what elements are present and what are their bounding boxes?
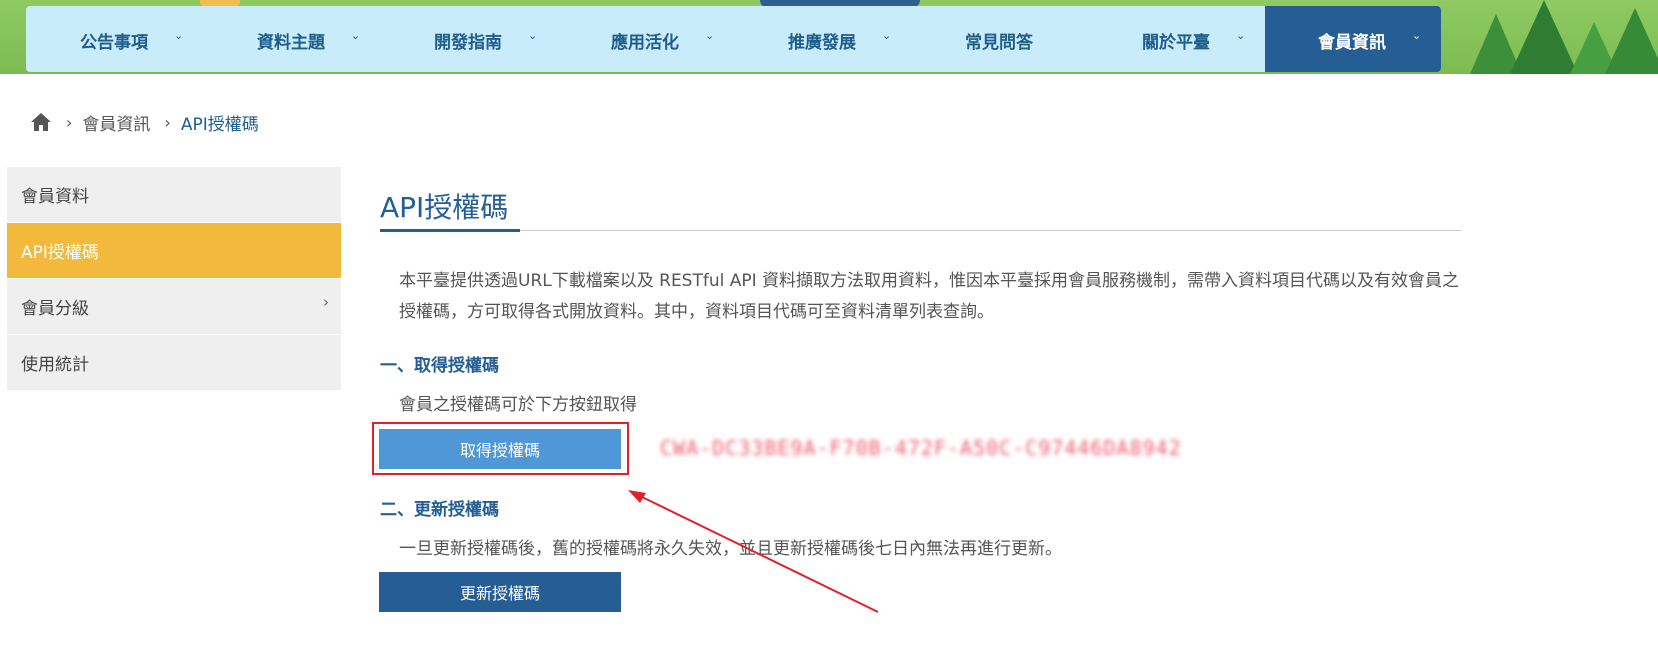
nav-item-label: 會員資訊 bbox=[1318, 33, 1386, 53]
section-text-renew-key: 一旦更新授權碼後，舊的授權碼將永久失效，並且更新授權碼後七日內無法再進行更新。 bbox=[399, 539, 1062, 559]
top-banner: 公告事項 ⌄ 資料主題 ⌄ 開發指南 ⌄ 應用活化 ⌄ 推廣發展 ⌄ 常見問答 … bbox=[0, 0, 1658, 74]
sidebar-item-api-key[interactable]: API授權碼 bbox=[7, 223, 341, 279]
chevron-down-icon: ⌄ bbox=[1236, 29, 1246, 42]
nav-item-faq[interactable]: 常見問答 bbox=[911, 6, 1088, 72]
tree-decoration bbox=[1510, 0, 1578, 74]
intro-paragraph: 本平臺提供透過URL下載檔案以及 RESTful API 資料擷取方法取用資料，… bbox=[399, 271, 1460, 322]
sidebar-item-label: 會員分級 bbox=[21, 299, 89, 319]
nav-item-label: 應用活化 bbox=[611, 33, 679, 53]
chevron-down-icon: ⌄ bbox=[174, 29, 184, 42]
breadcrumb-separator: › bbox=[164, 112, 171, 132]
breadcrumb-link-member-info[interactable]: 會員資訊 bbox=[82, 110, 150, 135]
nav-item-label: 推廣發展 bbox=[788, 33, 856, 53]
nav-item-label: 公告事項 bbox=[80, 33, 148, 53]
chevron-down-icon: ⌄ bbox=[1412, 29, 1422, 42]
title-divider bbox=[380, 230, 1462, 231]
chevron-down-icon: ⌄ bbox=[882, 29, 892, 42]
tree-decoration bbox=[1605, 8, 1658, 74]
section-text-get-key: 會員之授權碼可於下方按鈕取得 bbox=[399, 395, 637, 415]
breadcrumb-current: API授權碼 bbox=[180, 114, 259, 135]
nav-item-dev-guide[interactable]: 開發指南 ⌄ bbox=[380, 6, 557, 72]
chevron-down-icon: ⌄ bbox=[528, 29, 538, 42]
nav-item-announcements[interactable]: 公告事項 ⌄ bbox=[26, 6, 203, 72]
sidebar-item-member-level[interactable]: 會員分級 › bbox=[7, 279, 341, 335]
sidebar-item-label: API授權碼 bbox=[21, 243, 99, 263]
nav-item-promotion[interactable]: 推廣發展 ⌄ bbox=[734, 6, 911, 72]
page-title: API授權碼 bbox=[380, 191, 509, 224]
chevron-right-icon: › bbox=[323, 293, 329, 311]
sidebar-item-label: 會員資料 bbox=[21, 187, 89, 207]
breadcrumb-separator: › bbox=[66, 112, 73, 132]
nav-item-about[interactable]: 關於平臺 ⌄ bbox=[1088, 6, 1265, 72]
nav-item-label: 常見問答 bbox=[965, 33, 1033, 53]
nav-item-label: 開發指南 bbox=[434, 33, 502, 53]
get-api-key-button[interactable]: 取得授權碼 bbox=[379, 429, 621, 469]
sidebar-item-label: 使用統計 bbox=[21, 355, 89, 375]
nav-item-applications[interactable]: 應用活化 ⌄ bbox=[557, 6, 734, 72]
sidebar-item-usage-stats[interactable]: 使用統計 bbox=[7, 335, 341, 391]
nav-item-label: 資料主題 bbox=[257, 33, 325, 53]
chevron-down-icon: ⌄ bbox=[705, 29, 715, 42]
breadcrumb: › 會員資訊 › API授權碼 bbox=[30, 110, 259, 135]
section-heading-renew-key: 二、更新授權碼 bbox=[380, 500, 499, 520]
nav-item-member-info[interactable]: 會員資訊 ⌄ bbox=[1265, 6, 1441, 72]
home-icon[interactable] bbox=[30, 111, 52, 133]
sidebar-item-member-profile[interactable]: 會員資料 bbox=[7, 167, 341, 223]
chevron-down-icon: ⌄ bbox=[351, 29, 361, 42]
main-navigation: 公告事項 ⌄ 資料主題 ⌄ 開發指南 ⌄ 應用活化 ⌄ 推廣發展 ⌄ 常見問答 … bbox=[26, 6, 1441, 72]
api-key-value: CWA-DC33BE9A-F70B-472F-A50C-C97446DA8942 bbox=[660, 436, 1182, 460]
title-divider-accent bbox=[380, 229, 520, 232]
renew-api-key-button[interactable]: 更新授權碼 bbox=[379, 572, 621, 612]
nav-item-label: 關於平臺 bbox=[1142, 33, 1210, 53]
nav-item-data-topics[interactable]: 資料主題 ⌄ bbox=[203, 6, 380, 72]
sidebar: 會員資料 API授權碼 會員分級 › 使用統計 bbox=[7, 167, 341, 391]
section-heading-get-key: 一、取得授權碼 bbox=[380, 356, 499, 376]
